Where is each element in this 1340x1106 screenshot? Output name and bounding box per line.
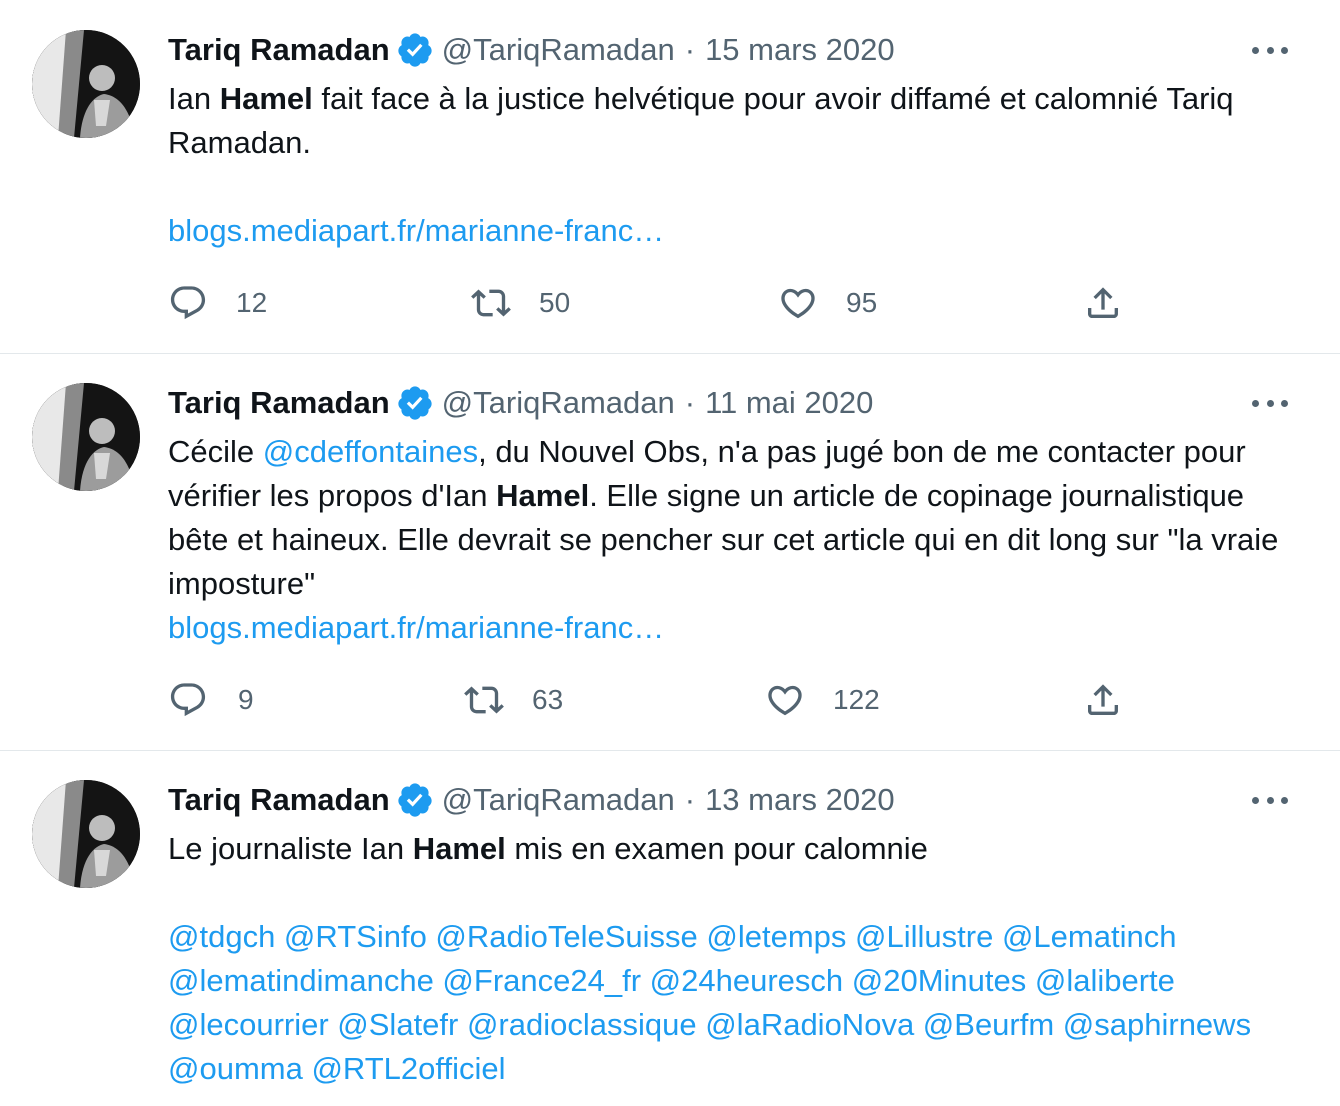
tweet-text: Ian Hamel fait face à la justice helvéti…: [168, 77, 1288, 253]
reply-icon: [170, 286, 206, 320]
like-count: 122: [833, 684, 880, 715]
separator-dot: ·: [684, 32, 696, 67]
reply-button[interactable]: 12: [168, 281, 267, 325]
more-icon[interactable]: [1252, 790, 1288, 810]
more-icon[interactable]: [1252, 393, 1288, 413]
reply-icon: [170, 683, 206, 717]
retweet-count: 63: [532, 684, 564, 715]
avatar[interactable]: [32, 30, 140, 138]
text-segment: fait face à la justice helvétique pour a…: [168, 81, 1234, 160]
retweet-icon: [464, 686, 504, 714]
author-handle[interactable]: @TariqRamadan: [442, 778, 675, 822]
text-segment: Cécile: [168, 434, 263, 469]
mention-link[interactable]: @cdeffontaines: [263, 434, 478, 469]
retweet-count: 50: [539, 287, 571, 318]
text-segment: Le journaliste Ian: [168, 831, 413, 866]
avatar[interactable]: [32, 780, 140, 888]
retweet-button[interactable]: 63: [464, 678, 563, 722]
tweet[interactable]: Tariq Ramadan @TariqRamadan · 15 mars 20…: [0, 0, 1340, 353]
separator-dot: ·: [684, 385, 696, 420]
author-handle[interactable]: @TariqRamadan: [442, 381, 675, 425]
avatar[interactable]: [32, 383, 140, 491]
separator-dot: ·: [684, 782, 696, 817]
highlighted-term: Hamel: [496, 478, 590, 513]
like-icon: [768, 685, 802, 716]
text-segment: . Elle signe un article de copinage jour…: [168, 478, 1279, 601]
reply-count: 9: [238, 684, 254, 715]
text-segment: mis en examen pour calomnie: [505, 831, 928, 866]
tweet-date[interactable]: 15 mars 2020: [705, 28, 895, 72]
text-segment: , du Nouvel Obs, n'a pas jugé bon de me …: [168, 434, 1246, 513]
tweet-text: Le journaliste Ian Hamel mis en examen p…: [168, 827, 1288, 1091]
action-bar: 9 63 122: [168, 678, 1128, 722]
share-button[interactable]: [1083, 281, 1123, 325]
author-name[interactable]: Tariq Ramadan: [168, 28, 390, 72]
like-button[interactable]: 122: [765, 678, 880, 722]
author-name[interactable]: Tariq Ramadan: [168, 381, 390, 425]
reply-button[interactable]: 9: [168, 678, 254, 722]
mention-links[interactable]: @tdgch @RTSinfo @RadioTeleSuisse @letemp…: [168, 919, 1251, 1086]
action-bar: 12 50 95: [168, 281, 1128, 325]
tweet-divider: [0, 750, 1340, 751]
verified-badge-icon: [396, 384, 434, 422]
author-name[interactable]: Tariq Ramadan: [168, 778, 390, 822]
tweet-date[interactable]: 13 mars 2020: [705, 778, 895, 822]
reply-count: 12: [236, 287, 268, 318]
tweet-header: Tariq Ramadan @TariqRamadan · 13 mars 20…: [168, 778, 895, 822]
verified-badge-icon: [396, 781, 434, 819]
tweet-header: Tariq Ramadan @TariqRamadan · 11 mai 202…: [168, 381, 873, 425]
share-button[interactable]: [1083, 678, 1123, 722]
tweet-divider: [0, 353, 1340, 354]
like-icon: [781, 288, 815, 319]
external-link[interactable]: blogs.mediapart.fr/marianne-franc…: [168, 213, 664, 248]
retweet-button[interactable]: 50: [471, 281, 570, 325]
tweet-text: Cécile @cdeffontaines, du Nouvel Obs, n'…: [168, 430, 1288, 650]
more-icon[interactable]: [1252, 40, 1288, 60]
text-segment: Ian: [168, 81, 220, 116]
retweet-icon: [471, 289, 511, 317]
verified-badge-icon: [396, 31, 434, 69]
highlighted-term: Hamel: [219, 81, 313, 116]
author-handle[interactable]: @TariqRamadan: [442, 28, 675, 72]
like-count: 95: [846, 287, 878, 318]
share-icon: [1088, 287, 1118, 318]
tweet-header: Tariq Ramadan @TariqRamadan · 15 mars 20…: [168, 28, 895, 72]
highlighted-term: Hamel: [412, 831, 506, 866]
like-button[interactable]: 95: [778, 281, 877, 325]
external-link[interactable]: blogs.mediapart.fr/marianne-franc…: [168, 610, 664, 645]
tweet-date[interactable]: 11 mai 2020: [705, 381, 873, 425]
share-icon: [1088, 684, 1118, 715]
